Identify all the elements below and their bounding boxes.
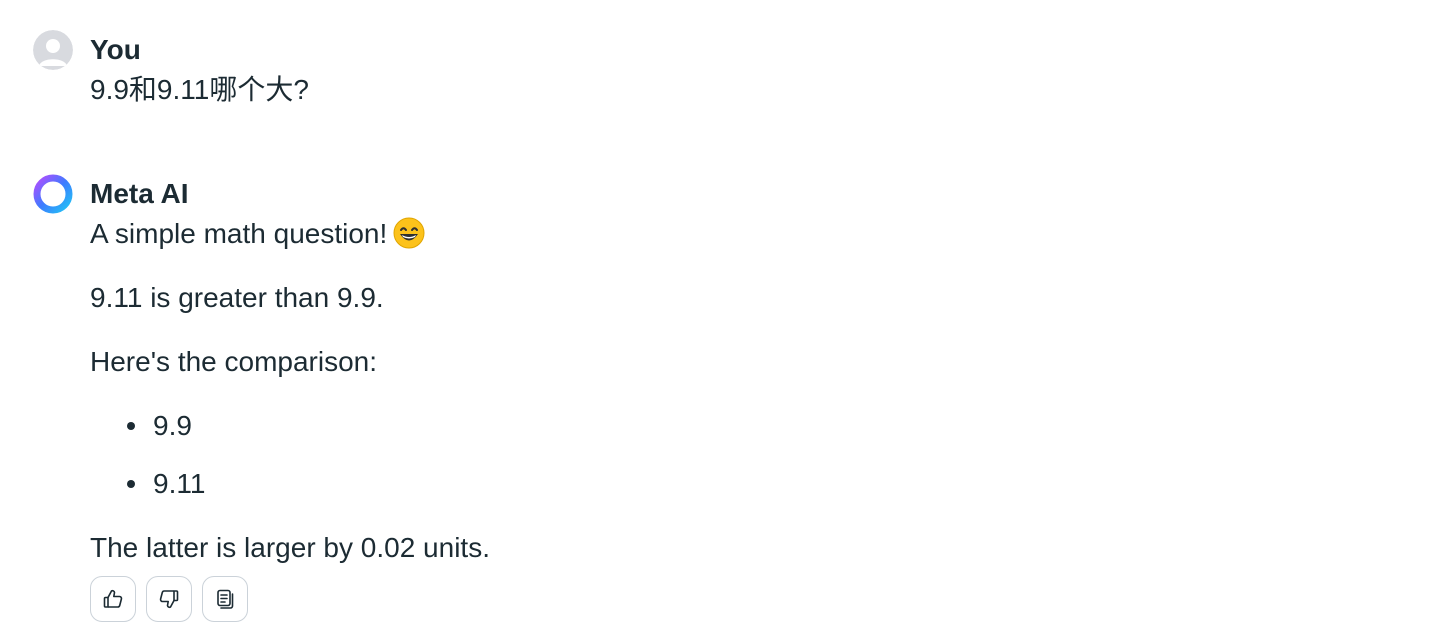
ai-author-name: Meta AI [90,178,189,209]
user-author-name: You [90,34,141,65]
copy-button[interactable] [202,576,248,622]
list-item-text: 9.11 [153,468,206,499]
ai-intro-text: A simple math question! [90,218,388,249]
thumbs-down-icon [159,590,179,609]
ai-intro-line: A simple math question! [90,217,425,257]
ai-conclusion-text: The latter is larger by 0.02 units. [90,532,490,563]
bullet-dot [127,422,135,430]
dislike-button[interactable] [146,576,192,622]
meta-ai-ring-icon [33,174,73,214]
user-message-text: 9.9和9.11哪个大? [90,74,309,105]
thumbs-up-icon [103,589,123,608]
ai-comparison-heading: Here's the comparison: [90,346,378,377]
grinning-face-emoji-icon [393,217,425,257]
copy-icon [217,589,234,609]
ai-answer-text: 9.11 is greater than 9.9. [90,282,384,313]
bullet-dot [127,480,135,488]
like-button[interactable] [90,576,136,622]
user-avatar-icon [33,30,73,70]
list-item-text: 9.9 [153,410,192,441]
